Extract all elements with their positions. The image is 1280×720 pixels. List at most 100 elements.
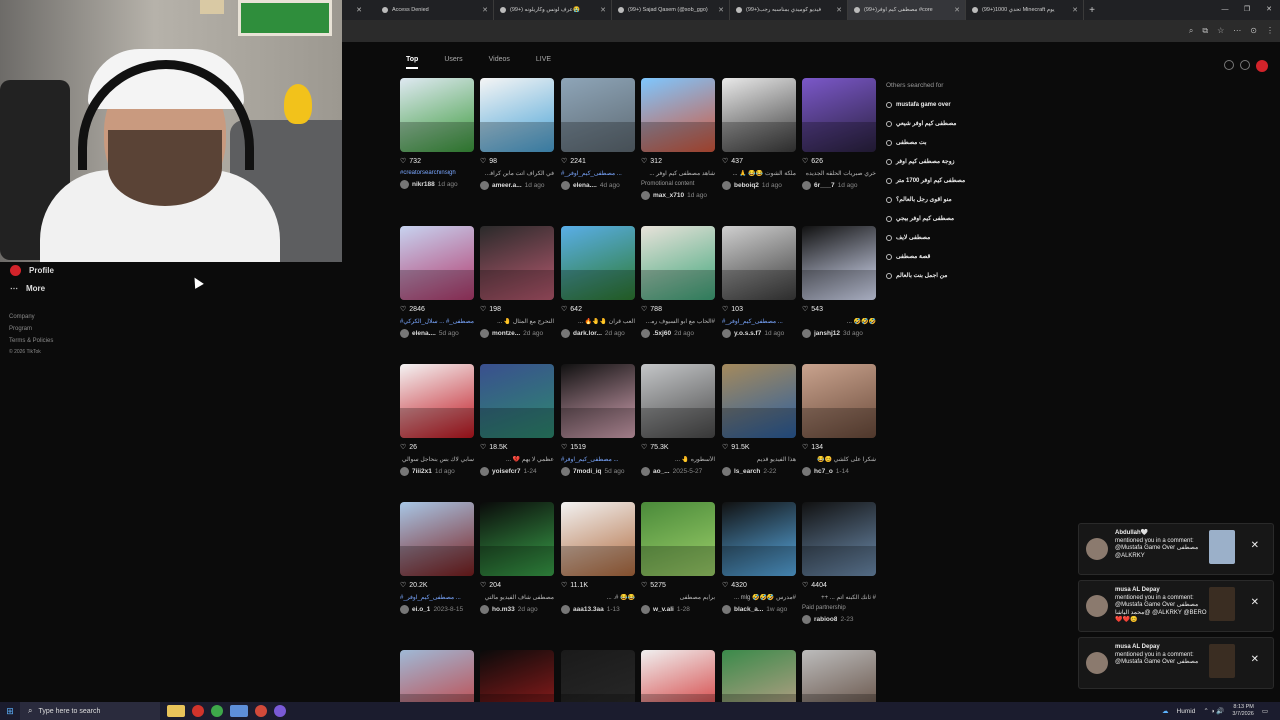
video-thumbnail[interactable] (722, 502, 796, 576)
video-thumbnail[interactable] (641, 226, 715, 300)
creator-avatar[interactable] (480, 181, 489, 190)
video-caption[interactable]: 🤣🤣🤣 ... (802, 318, 876, 325)
video-card[interactable] (561, 650, 635, 702)
video-card[interactable]: ♡ 788 #الحاب مع ابو السيوف رمضان .5xj60 2d a… (641, 226, 715, 338)
tab-close-icon[interactable]: ✕ (600, 6, 606, 14)
related-search-item[interactable]: منو اقوى رجل بالعالم؟ (886, 190, 1026, 209)
chrome-icon[interactable] (211, 705, 223, 717)
creator-username[interactable]: 7iii2x1 (412, 468, 432, 475)
creator-username[interactable]: black_a... (734, 606, 763, 613)
app-icon[interactable] (230, 705, 248, 717)
video-caption[interactable]: العب قرآن 🤚🤚🔥 ... (561, 318, 635, 325)
video-thumbnail[interactable] (480, 502, 554, 576)
video-caption[interactable]: # ثانك الكبنه اتم ... ++ (802, 594, 876, 601)
opera-icon[interactable] (192, 705, 204, 717)
browser-tab[interactable]: (99+) Sajad Qasem (@sob_ggo) ✕ (612, 0, 730, 20)
creator-avatar[interactable] (722, 605, 731, 614)
creator-avatar[interactable] (400, 467, 409, 476)
video-thumbnail[interactable] (722, 650, 796, 702)
video-card[interactable] (722, 650, 796, 702)
video-card[interactable]: ♡ 543 🤣🤣🤣 ... janshj12 3d ago (802, 226, 876, 338)
video-thumbnail[interactable] (480, 364, 554, 438)
video-caption[interactable]: #مصطفى_كيم_اوفر ... (561, 456, 635, 463)
creator-username[interactable]: rabioo8 (814, 616, 837, 623)
video-caption[interactable]: الأسطوره 🤚 ... (641, 456, 715, 463)
creator-avatar[interactable] (561, 467, 570, 476)
browser-tab[interactable]: (99+)مصطفى كيم اوفر #core ✕ (848, 0, 966, 20)
creator-avatar[interactable] (561, 329, 570, 338)
video-thumbnail[interactable] (641, 502, 715, 576)
video-thumbnail[interactable] (802, 364, 876, 438)
video-card[interactable]: ♡ 134 شكراً على كلشي 😊😂 hc7_o 1-14 (802, 364, 876, 476)
tab-top[interactable]: Top (406, 56, 419, 69)
video-thumbnail[interactable] (561, 650, 635, 702)
bookmark-star-icon[interactable]: ☆ (1217, 26, 1224, 36)
notification-center-icon[interactable]: ▭ (1262, 707, 1268, 715)
inbox-icon[interactable] (1240, 60, 1250, 70)
video-card[interactable]: ♡ 11.1K 😂😂 #. ... aaa13.3aa 1-13 (561, 502, 635, 614)
related-search-item[interactable]: مصطفى كيم اوفر شيعي (886, 114, 1026, 133)
menu-kebab-icon[interactable]: ⋮ (1266, 26, 1274, 36)
tab-close-icon[interactable]: ✕ (954, 6, 960, 14)
video-card[interactable] (480, 650, 554, 702)
video-card[interactable]: ♡ 626 خري صبريات الحلقه الجديده 6r___7 1d ag… (802, 78, 876, 190)
file-explorer-icon[interactable] (167, 705, 185, 717)
account-icon[interactable]: ⊙ (1250, 26, 1257, 36)
related-search-item[interactable]: بت مصطفى (886, 133, 1026, 152)
video-thumbnail[interactable] (561, 364, 635, 438)
zoom-icon[interactable]: ⌕ (1189, 26, 1193, 36)
creator-avatar[interactable] (641, 605, 650, 614)
related-search-item[interactable]: مصطفى كيم اوفر 1700 متر (886, 171, 1026, 190)
mention-notification[interactable]: Abdullah🤍 mentioned you in a comment: @Mu… (1078, 523, 1274, 575)
video-thumbnail[interactable] (802, 226, 876, 300)
send-icon[interactable] (1224, 60, 1234, 70)
video-thumbnail[interactable] (802, 78, 876, 152)
creator-avatar[interactable] (802, 181, 811, 190)
mention-notification[interactable]: musa AL Depay mentioned you in a comment:… (1078, 580, 1274, 632)
creator-avatar[interactable] (480, 329, 489, 338)
video-card[interactable]: ♡ 198 النحرج مع المثال 🤚 ... montze... 2d ag… (480, 226, 554, 338)
creator-avatar[interactable] (722, 181, 731, 190)
video-caption[interactable]: مصطفى شاف الفيديو مالتي (480, 594, 554, 601)
video-thumbnail[interactable] (400, 502, 474, 576)
tab-close-icon[interactable]: ✕ (718, 6, 724, 14)
creator-avatar[interactable] (722, 329, 731, 338)
video-thumbnail[interactable] (400, 650, 474, 702)
creator-avatar[interactable] (561, 181, 570, 190)
video-card[interactable]: ♡ 1519 #مصطفى_كيم_اوفر ... 7modi_iq 5d ago (561, 364, 635, 476)
video-thumbnail[interactable] (802, 502, 876, 576)
video-card[interactable]: ♡ 4404 # ثانك الكبنه اتم ... ++ Paid partne… (802, 502, 876, 624)
creator-username[interactable]: aaa13.3aa (573, 606, 604, 613)
creator-username[interactable]: .5xj60 (653, 330, 671, 337)
creator-avatar[interactable] (641, 329, 650, 338)
creator-username[interactable]: ao_... (653, 468, 670, 475)
video-thumbnail[interactable] (641, 364, 715, 438)
taskbar-search[interactable]: ⌕ Type here to search (20, 702, 160, 720)
video-card[interactable]: ♡ 75.3K الأسطوره 🤚 ... ao_... 2025-5-27 (641, 364, 715, 476)
video-thumbnail[interactable] (400, 364, 474, 438)
close-icon[interactable]: ✕ (342, 6, 376, 14)
video-card[interactable] (400, 650, 474, 702)
video-card[interactable]: ♡ 91.5K هذا الفيديو قديم ls_earch 2-22 (722, 364, 796, 476)
creator-username[interactable]: ei.o_1 (412, 606, 430, 613)
video-card[interactable]: ♡ 4320 #مدرس 🤣🤣🤣 mlg ... black_a... 1w ago (722, 502, 796, 614)
video-thumbnail[interactable] (400, 226, 474, 300)
sidebar-item-more[interactable]: ⋯ More (10, 284, 45, 293)
creator-avatar[interactable] (400, 180, 409, 189)
video-caption[interactable]: ملكة الشوت 😂😂 🙏 ... (722, 170, 796, 177)
creator-username[interactable]: dark.lor... (573, 330, 602, 337)
creator-avatar[interactable] (802, 615, 811, 624)
video-caption[interactable]: عظمي لا يهم 💔 ... (480, 456, 554, 463)
video-thumbnail[interactable] (722, 78, 796, 152)
video-caption[interactable]: خري صبريات الحلقه الجديده (802, 170, 876, 177)
creator-avatar[interactable] (400, 329, 409, 338)
close-icon[interactable]: ✕ (1251, 597, 1259, 608)
tray-icons[interactable]: ⌃ ◑ 🔊 (1203, 707, 1224, 715)
browser-tab[interactable]: (99+)فيديو كوميدي بمناسبه رجب ✕ (730, 0, 848, 20)
video-caption[interactable]: #_مصطفى_كيم_اوفر ... (400, 594, 474, 601)
video-card[interactable]: ♡ 437 ملكة الشوت 😂😂 🙏 ... beboiq2 1d ago (722, 78, 796, 190)
video-caption[interactable]: #مدرس 🤣🤣🤣 mlg ... (722, 594, 796, 601)
windows-start-icon[interactable]: ⊞ (0, 706, 20, 717)
video-card[interactable]: ♡ 26 سابي لاك بس بنحاجل سوالي 7iii2x1 1d ago (400, 364, 474, 476)
video-thumbnail[interactable] (722, 226, 796, 300)
